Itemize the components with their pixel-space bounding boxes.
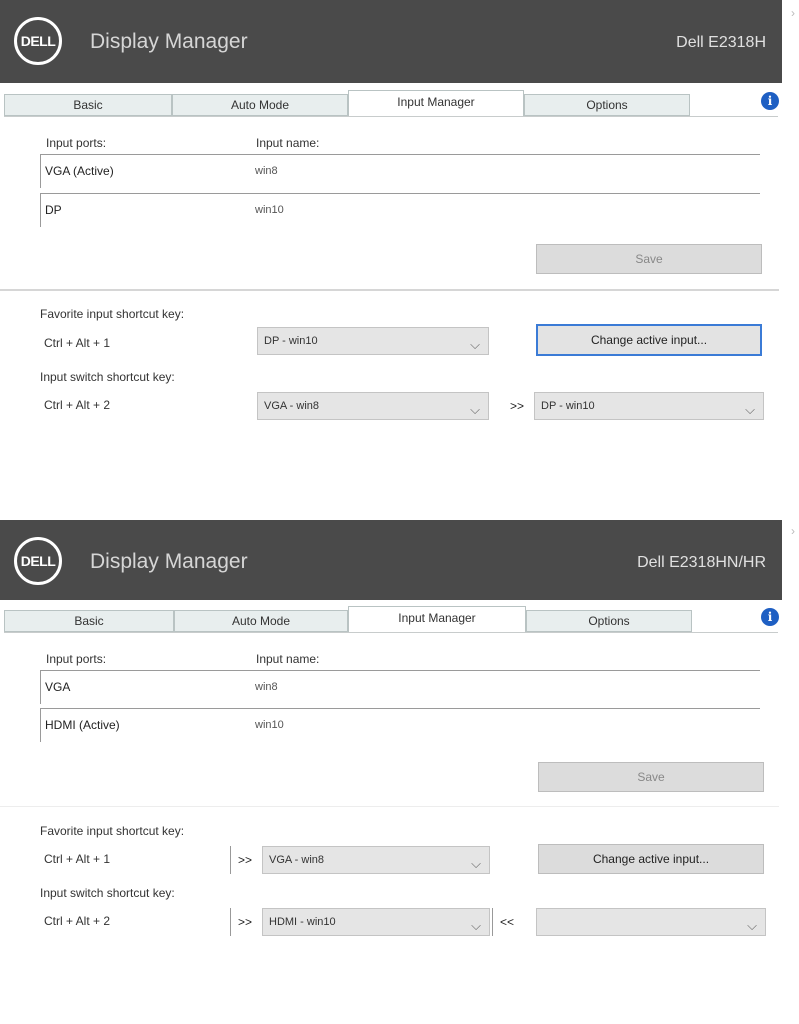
change-active-input-button[interactable]: Change active input... [536, 324, 762, 356]
favorite-input-value: VGA - win8 [269, 854, 325, 866]
switch-shortcut-label: Input switch shortcut key: [40, 886, 175, 900]
monitor-model: Dell E2318H [676, 34, 766, 51]
dell-logo-text: DELL [20, 33, 56, 49]
switch-arrow-left: >> [238, 915, 253, 929]
switch-to-select[interactable]: ⌵ [536, 908, 766, 936]
tab-options[interactable]: Options [526, 610, 692, 632]
chevron-down-icon: ⌵ [470, 337, 480, 352]
switch-from-value: HDMI - win10 [269, 916, 336, 928]
chevron-down-icon: ⌵ [745, 402, 755, 417]
switch-from-select[interactable]: VGA - win8 ⌵ [257, 392, 489, 420]
monitor-model: Dell E2318HN/HR [637, 554, 766, 571]
favorite-input-select[interactable]: DP - win10 ⌵ [257, 327, 489, 355]
tab-bar: Basic Auto Mode Input Manager Options [4, 606, 704, 632]
input-name-header: Input name: [256, 136, 320, 150]
chevron-down-icon: ⌵ [471, 856, 481, 871]
switch-from-value: VGA - win8 [264, 400, 320, 412]
change-active-input-button[interactable]: Change active input... [538, 844, 764, 874]
chevron-down-icon: ⌵ [470, 402, 480, 417]
input-name[interactable]: win8 [255, 681, 278, 693]
input-row-vga[interactable]: VGA (Active) win8 [40, 154, 760, 188]
input-name[interactable]: win8 [255, 165, 278, 177]
input-row-dp[interactable]: DP win10 [40, 193, 760, 227]
tab-bar: Basic Auto Mode Input Manager Options [4, 90, 704, 116]
app-title: Display Manager [90, 550, 248, 573]
chevron-down-icon: ⌵ [471, 918, 481, 933]
title-bar: DELL Display Manager Dell E2318HN/HR [0, 520, 782, 600]
dialog-e2318h: DELL Display Manager Dell E2318H › Basic… [0, 0, 799, 500]
dell-logo: DELL [14, 537, 62, 585]
save-button[interactable]: Save [536, 244, 762, 274]
input-ports-header: Input ports: [46, 652, 107, 666]
tab-options[interactable]: Options [524, 94, 690, 116]
info-icon[interactable]: i [761, 608, 779, 626]
section-divider [0, 289, 779, 291]
tab-divider [4, 116, 778, 117]
tab-input-manager[interactable]: Input Manager [348, 90, 524, 116]
title-bar: DELL Display Manager Dell E2318H [0, 0, 782, 83]
favorite-input-select[interactable]: VGA - win8 ⌵ [262, 846, 490, 874]
expand-chevron-icon[interactable]: › [791, 6, 795, 20]
switch-shortcut-keys: Ctrl + Alt + 2 [44, 914, 111, 928]
switch-shortcut-label: Input switch shortcut key: [40, 370, 175, 384]
favorite-shortcut-keys: Ctrl + Alt + 1 [44, 852, 111, 866]
expand-chevron-icon[interactable]: › [791, 524, 795, 538]
switch-arrow: << [500, 915, 515, 929]
favorite-input-value: DP - win10 [264, 335, 318, 347]
switch-shortcut-keys: Ctrl + Alt + 2 [44, 398, 111, 412]
input-name[interactable]: win10 [255, 204, 284, 216]
input-port: DP [45, 203, 62, 217]
input-ports-header: Input ports: [46, 136, 107, 150]
input-port: VGA (Active) [45, 164, 114, 178]
save-button[interactable]: Save [538, 762, 764, 792]
divider [230, 846, 231, 874]
tab-basic[interactable]: Basic [4, 94, 172, 116]
tab-auto-mode[interactable]: Auto Mode [172, 94, 348, 116]
tab-input-manager[interactable]: Input Manager [348, 606, 526, 632]
section-divider [0, 806, 779, 807]
favorite-shortcut-label: Favorite input shortcut key: [40, 307, 185, 321]
switch-from-select[interactable]: HDMI - win10 ⌵ [262, 908, 490, 936]
divider [230, 908, 231, 936]
input-name-header: Input name: [256, 652, 320, 666]
switch-to-select[interactable]: DP - win10 ⌵ [534, 392, 764, 420]
divider [492, 908, 493, 936]
input-row-hdmi[interactable]: HDMI (Active) win10 [40, 708, 760, 742]
input-name[interactable]: win10 [255, 719, 284, 731]
app-title: Display Manager [90, 30, 248, 53]
switch-arrow: >> [510, 399, 525, 413]
chevron-down-icon: ⌵ [747, 918, 757, 933]
switch-to-value: DP - win10 [541, 400, 595, 412]
input-row-vga[interactable]: VGA win8 [40, 670, 760, 704]
favorite-shortcut-keys: Ctrl + Alt + 1 [44, 336, 111, 350]
dell-logo: DELL [14, 17, 62, 65]
tab-auto-mode[interactable]: Auto Mode [174, 610, 348, 632]
info-icon[interactable]: i [761, 92, 779, 110]
tab-divider [4, 632, 778, 633]
dialog-e2318hn: DELL Display Manager Dell E2318HN/HR › B… [0, 520, 799, 1024]
input-port: VGA [45, 680, 71, 694]
input-port: HDMI (Active) [45, 718, 120, 732]
favorite-shortcut-label: Favorite input shortcut key: [40, 824, 185, 838]
dell-logo-text: DELL [20, 553, 56, 569]
tab-basic[interactable]: Basic [4, 610, 174, 632]
favorite-arrow: >> [238, 853, 253, 867]
